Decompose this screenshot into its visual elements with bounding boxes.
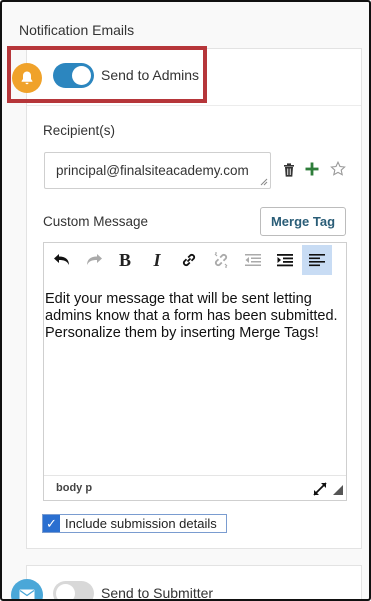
send-to-admins-toggle[interactable]: [53, 63, 94, 88]
merge-tag-button[interactable]: Merge Tag: [260, 207, 346, 236]
undo-icon[interactable]: [47, 245, 77, 275]
editor-toolbar: B I: [44, 243, 346, 277]
align-left-icon[interactable]: [302, 245, 332, 275]
checkbox-checked-icon[interactable]: ✓: [43, 515, 60, 532]
recipients-value: principal@finalsiteacademy.com: [56, 163, 249, 178]
send-to-admins-label: Send to Admins: [101, 67, 200, 83]
toggle-knob: [56, 584, 75, 599]
indent-icon[interactable]: [270, 245, 300, 275]
custom-message-label: Custom Message: [43, 214, 149, 229]
redo-icon[interactable]: [79, 245, 109, 275]
resize-grip-icon[interactable]: [260, 178, 268, 186]
unlink-icon[interactable]: [206, 245, 236, 275]
outdent-icon[interactable]: [238, 245, 268, 275]
bell-icon: [12, 63, 42, 93]
element-path: body p: [56, 482, 93, 494]
editor-resize-icon[interactable]: [332, 484, 344, 496]
toggle-knob: [72, 66, 91, 85]
fullscreen-icon[interactable]: [312, 481, 328, 497]
recipients-input[interactable]: principal@finalsiteacademy.com: [44, 152, 271, 189]
editor-statusbar: body p: [44, 475, 346, 500]
include-submission-details[interactable]: ✓ Include submission details: [42, 514, 227, 533]
bold-icon[interactable]: B: [110, 245, 140, 275]
recipients-label: Recipient(s): [43, 123, 116, 138]
section-title: Notification Emails: [19, 22, 135, 38]
include-details-label: Include submission details: [65, 516, 217, 531]
link-icon[interactable]: [174, 245, 204, 275]
send-to-submitter-label: Send to Submitter: [101, 585, 214, 601]
rich-text-editor: B I Edit your message that will be sent …: [43, 242, 347, 501]
italic-icon[interactable]: I: [142, 245, 172, 275]
star-icon[interactable]: [329, 160, 347, 178]
notification-emails-panel: Notification Emails Send to Admins Recip…: [0, 0, 371, 601]
plus-icon[interactable]: [304, 161, 320, 177]
message-body[interactable]: Edit your message that will be sent lett…: [44, 291, 346, 342]
trash-icon[interactable]: [281, 162, 297, 178]
send-to-submitter-toggle[interactable]: [53, 581, 94, 599]
